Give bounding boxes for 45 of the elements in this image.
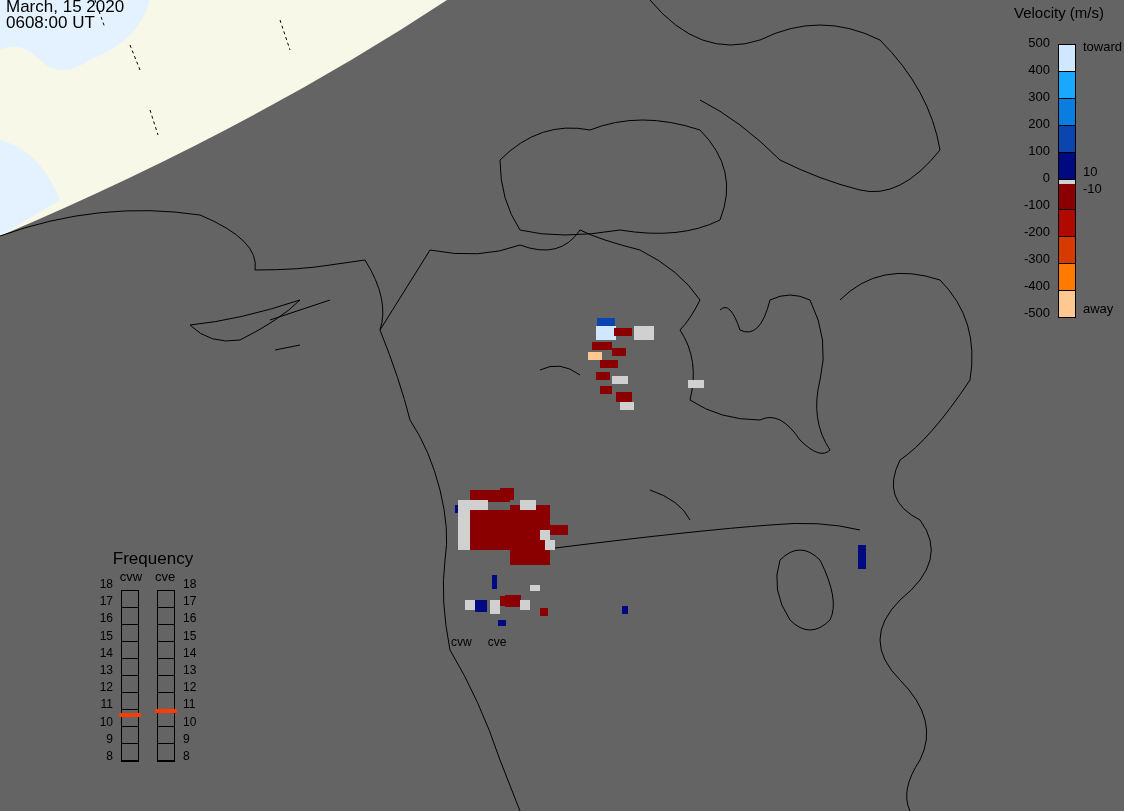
- frequency-tick-label: 15: [99, 629, 113, 642]
- frequency-tick-label: 9: [183, 732, 191, 745]
- frequency-tick-label: 10: [99, 715, 113, 728]
- frequency-tick-label: 13: [99, 663, 113, 676]
- legend-side-label: toward: [1083, 40, 1123, 54]
- radar-name-label: cvw: [118, 569, 144, 584]
- legend-side-label: 10: [1083, 165, 1098, 179]
- date-label: March, 15 2020: [6, 0, 125, 15]
- legend-tick-label: 0: [1042, 171, 1050, 185]
- frequency-tick-label: 10: [183, 715, 197, 728]
- frequency-tick-label: 17: [99, 595, 113, 608]
- frequency-tick-label: 12: [183, 681, 197, 694]
- frequency-tick-label: 9: [105, 732, 113, 745]
- frequency-tick-label: 12: [99, 681, 113, 694]
- radar-name-label: cve: [153, 569, 177, 584]
- frequency-tick-label: 11: [99, 698, 113, 711]
- legend-side-label: -10: [1083, 182, 1102, 196]
- legend-tick-label: -100: [1023, 198, 1050, 212]
- legend-tick-label: 100: [1028, 144, 1050, 158]
- frequency-tick-label: 16: [183, 612, 197, 625]
- frequency-title: Frequency: [111, 549, 195, 569]
- legend-tick-label: -400: [1023, 279, 1050, 293]
- legend-tick-label: 200: [1028, 117, 1050, 131]
- radar-site-label: cvw: [451, 635, 472, 649]
- frequency-tick-label: 8: [183, 749, 191, 762]
- frequency-tick-label: 17: [183, 595, 197, 608]
- frequency-tick-label: 14: [99, 646, 113, 659]
- radar-site-label: cve: [487, 635, 507, 649]
- frequency-tick-label: 18: [99, 578, 113, 590]
- legend-tick-label: -300: [1023, 252, 1050, 266]
- legend-tick-label: 300: [1028, 90, 1050, 104]
- frequency-tick-label: 18: [183, 578, 197, 590]
- legend-title: Velocity (m/s): [1014, 4, 1104, 21]
- legend-tick-label: -200: [1023, 225, 1050, 239]
- legend-side-label: away: [1083, 302, 1114, 316]
- frequency-tick-label: 15: [183, 629, 197, 642]
- frequency-tick-label: 13: [183, 663, 197, 676]
- frequency-tick-label: 14: [183, 646, 197, 659]
- frequency-tick-label: 8: [105, 749, 113, 762]
- time-label: 0608:00 UT: [6, 15, 96, 31]
- legend-tick-label: 500: [1028, 36, 1050, 50]
- legend-tick-label: 400: [1028, 63, 1050, 77]
- frequency-tick-label: 11: [183, 698, 197, 711]
- legend-tick-label: -500: [1023, 306, 1050, 320]
- frequency-tick-label: 16: [99, 612, 113, 625]
